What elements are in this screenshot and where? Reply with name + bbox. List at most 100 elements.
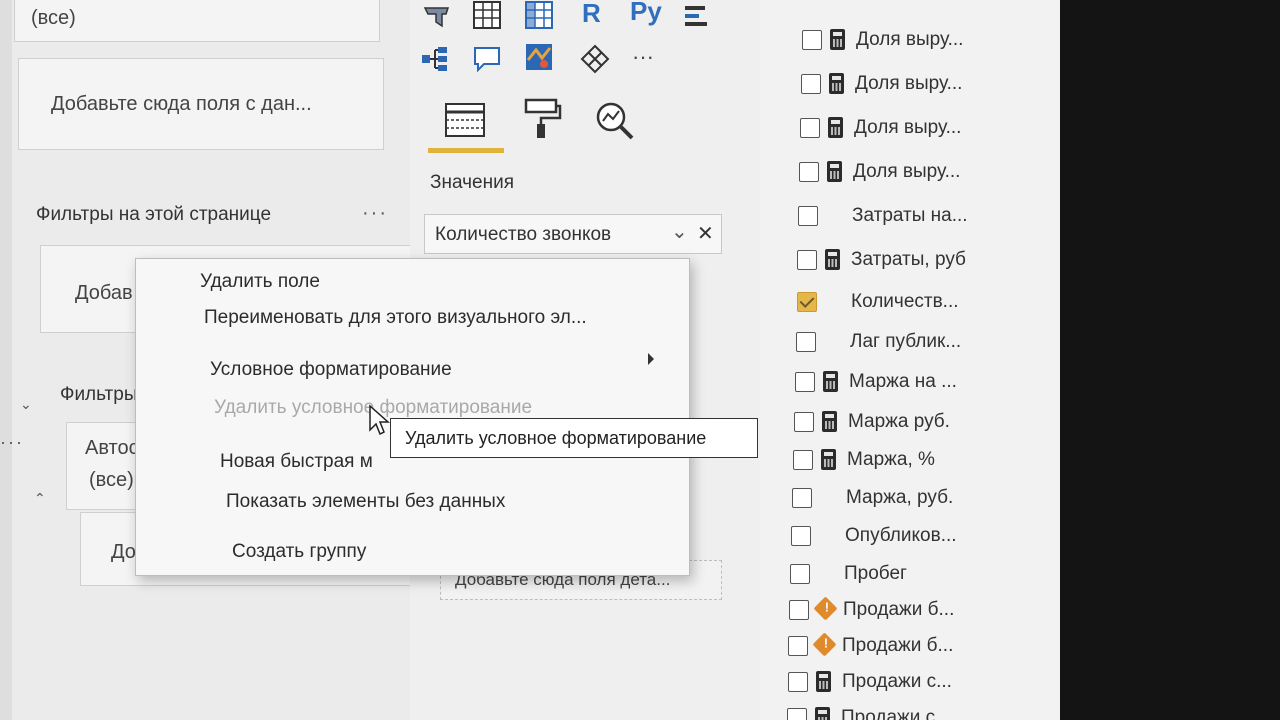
tooltip: Удалить условное форматирование [390, 418, 758, 458]
field-list-item[interactable]: Продажи б... [789, 596, 1029, 626]
field-list-item[interactable]: Опубликов... [791, 522, 1031, 552]
field-list-item[interactable]: Доля выру... [800, 114, 1040, 144]
calculator-icon [815, 707, 830, 720]
filled-map-icon[interactable] [422, 2, 452, 32]
scrollbar-strip[interactable] [0, 0, 12, 720]
r-visual-icon[interactable]: R [582, 0, 601, 29]
warning-icon [813, 596, 838, 621]
menu-item-label: Показать элементы без данных [226, 491, 506, 512]
matrix-visual-icon[interactable] [524, 0, 554, 30]
format-paint-roller-icon[interactable] [518, 96, 564, 142]
fields-tab-icon[interactable] [442, 98, 488, 144]
calculator-icon [816, 671, 831, 692]
menu-item-label: Новая быстрая м [220, 451, 373, 472]
field-name: Продажи б... [842, 635, 954, 656]
field-name: Затраты, руб [851, 249, 966, 270]
filter-card-value: (все) [89, 469, 134, 491]
tooltip-text: Удалить условное форматирование [405, 428, 707, 448]
filter-card-top[interactable]: (все) [14, 0, 380, 42]
close-icon[interactable]: ✕ [697, 221, 714, 246]
field-checkbox[interactable] [801, 74, 821, 94]
field-list-item[interactable]: Доля выру... [802, 26, 1042, 56]
visual-filters-drop-zone[interactable]: Добавьте сюда поля с дан... [18, 58, 384, 150]
values-field-well[interactable]: Количество звонков ⌄ ✕ [424, 214, 722, 254]
field-checkbox[interactable] [797, 292, 817, 312]
field-list-item[interactable]: Затраты на... [798, 202, 1038, 232]
field-list-item[interactable]: Маржа руб. [794, 408, 1034, 438]
field-list-item[interactable]: Доля выру... [799, 158, 1039, 188]
collapse-chevron-icon[interactable]: ⌄ [20, 396, 32, 413]
menu-item-label: Условное форматирование [210, 359, 452, 380]
field-name: Продажи с... [842, 671, 952, 692]
field-name: Доля выру... [854, 117, 962, 138]
drop-zone-placeholder: Добавьте сюда поля с дан... [51, 93, 312, 115]
field-name: Опубликов... [845, 525, 957, 546]
decomposition-tree-icon[interactable] [420, 44, 450, 74]
field-checkbox[interactable] [802, 30, 822, 50]
active-tab-indicator [428, 148, 504, 153]
field-list-item[interactable]: Пробег [790, 560, 1030, 590]
menu-item-rename-for-visual[interactable]: Переименовать для этого визуального эл..… [136, 301, 656, 337]
more-options-icon[interactable]: ··· [0, 432, 24, 453]
field-checkbox[interactable] [797, 250, 817, 270]
value-field-name: Количество звонков [435, 224, 612, 245]
menu-item-label: Удалить поле [200, 271, 320, 292]
arcgis-map-icon[interactable] [524, 42, 554, 72]
field-name: Маржа руб. [848, 411, 950, 432]
field-name: Продажи б... [843, 599, 955, 620]
field-name: Доля выру... [856, 29, 964, 50]
field-checkbox[interactable] [795, 372, 815, 392]
submenu-arrow-icon [648, 353, 654, 365]
power-apps-icon[interactable] [580, 44, 610, 74]
field-checkbox[interactable] [799, 162, 819, 182]
field-checkbox[interactable] [794, 412, 814, 432]
table-visual-icon[interactable] [472, 0, 502, 30]
field-list-item[interactable]: Количеств... [797, 288, 1037, 318]
field-list-item[interactable]: Лаг публик... [796, 328, 1036, 358]
menu-item-remove-field[interactable]: Удалить поле [136, 265, 656, 301]
calculator-icon [828, 117, 843, 138]
field-list-item[interactable]: Продажи с... [788, 668, 1028, 698]
expand-up-icon[interactable]: ⌃ [34, 490, 46, 507]
python-visual-icon[interactable]: Py [630, 0, 662, 27]
page-drop-zone-placeholder: Добав [75, 282, 133, 304]
mouse-pointer-icon [368, 404, 392, 436]
calculator-icon [829, 73, 844, 94]
field-checkbox[interactable] [798, 206, 818, 226]
field-list-item[interactable]: Маржа на ... [795, 368, 1035, 398]
field-list-item[interactable]: Продажи с... [787, 704, 1027, 720]
field-checkbox[interactable] [793, 450, 813, 470]
field-list-item[interactable]: Маржа, % [793, 446, 1033, 476]
field-checkbox[interactable] [788, 636, 808, 656]
page-filters-heading: Фильтры на этой странице [36, 204, 272, 225]
key-influencers-icon[interactable] [682, 2, 712, 32]
field-list-item[interactable]: Продажи б... [788, 632, 1028, 662]
qna-visual-icon[interactable] [472, 44, 502, 74]
field-name: Доля выру... [855, 73, 963, 94]
menu-item-label: Переименовать для этого визуального эл..… [204, 307, 587, 328]
field-checkbox[interactable] [788, 672, 808, 692]
filter-card-value: (все) [31, 7, 76, 29]
field-list-item[interactable]: Доля выру... [801, 70, 1041, 100]
more-visuals-icon[interactable]: ··· [632, 44, 654, 70]
field-checkbox[interactable] [791, 526, 811, 546]
chevron-down-icon[interactable]: ⌄ [671, 219, 688, 244]
field-name: Продажи с... [841, 707, 951, 720]
menu-item-show-items-without-data[interactable]: Показать элементы без данных [136, 485, 656, 521]
calculator-icon [825, 249, 840, 270]
field-checkbox[interactable] [790, 564, 810, 584]
menu-item-create-group[interactable]: Создать группу [136, 535, 656, 571]
analytics-magnifier-icon[interactable] [592, 98, 638, 144]
field-list-item[interactable]: Затраты, руб [797, 246, 1037, 276]
field-checkbox[interactable] [800, 118, 820, 138]
field-checkbox[interactable] [792, 488, 812, 508]
field-name: Маржа, руб. [846, 487, 954, 508]
field-checkbox[interactable] [787, 708, 807, 720]
values-heading: Значения [430, 172, 514, 193]
field-name: Лаг публик... [850, 331, 962, 352]
field-list-item[interactable]: Маржа, руб. [792, 484, 1032, 514]
menu-item-conditional-formatting[interactable]: Условное форматирование [136, 353, 656, 389]
page-filters-more-button[interactable]: ··· [362, 202, 388, 225]
field-checkbox[interactable] [796, 332, 816, 352]
field-checkbox[interactable] [789, 600, 809, 620]
